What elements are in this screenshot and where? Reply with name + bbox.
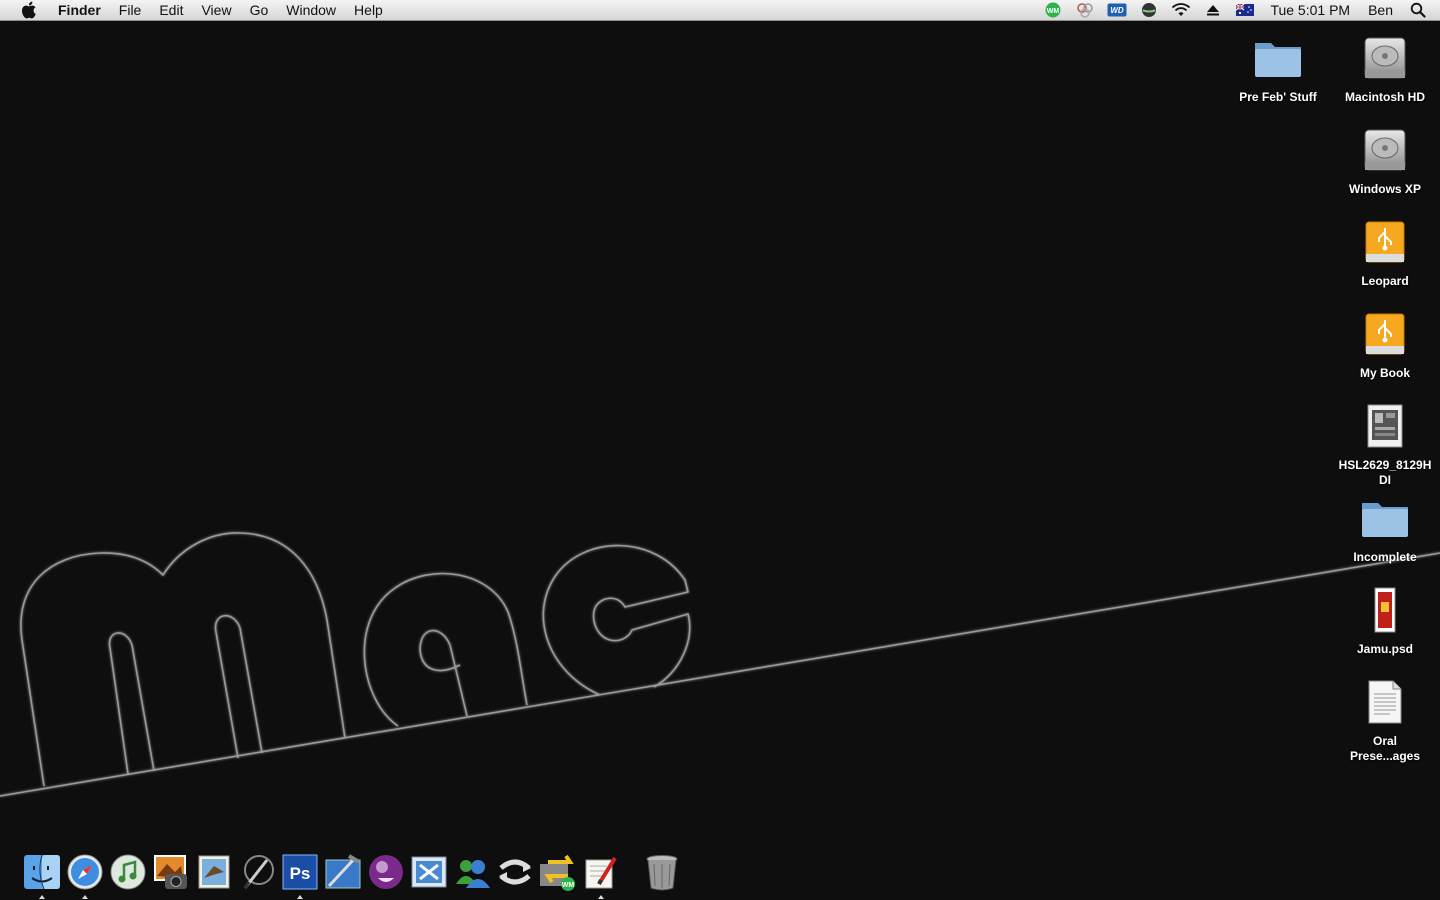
itunes-icon: [110, 854, 145, 890]
svg-text:WD: WD: [1111, 6, 1125, 15]
desktop-icon-leopard[interactable]: Leopard: [1335, 214, 1435, 289]
mac-wallpaper: [0, 532, 1440, 797]
svg-text:Ps: Ps: [289, 864, 310, 883]
safari-icon: [67, 854, 102, 890]
folder-icon: [1250, 30, 1306, 86]
desktop-icon-windows-xp[interactable]: Windows XP: [1335, 122, 1435, 197]
dock-textedit[interactable]: [579, 852, 622, 900]
usb-drive-icon: [1357, 214, 1413, 270]
dock-wm-transfer[interactable]: WM: [536, 852, 579, 900]
xcode-icon: [325, 854, 360, 889]
desktop-icon-incomplete[interactable]: Incomplete: [1335, 490, 1435, 565]
menu-bar: Finder File Edit View Go Window Help WM …: [0, 0, 1440, 21]
desktop-icon-macintosh-hd[interactable]: Macintosh HD: [1335, 30, 1435, 105]
document-image-icon: [1357, 398, 1413, 454]
dock-xcode[interactable]: [321, 852, 364, 900]
desktop-icon-label: HSL2629_8129HDI: [1338, 458, 1432, 487]
hard-drive-icon: [1357, 30, 1413, 86]
australia-flag-icon[interactable]: [1235, 2, 1255, 18]
purple-app-icon: [368, 855, 403, 889]
desktop-icon-jamu-psd[interactable]: Jamu.psd: [1335, 582, 1435, 657]
dock-safari[interactable]: [63, 852, 106, 900]
dock-pen-app[interactable]: [235, 852, 278, 900]
menu-edit[interactable]: Edit: [150, 0, 192, 21]
menu-window[interactable]: Window: [277, 0, 345, 21]
running-indicator: [38, 895, 45, 899]
spotlight-icon[interactable]: [1408, 1, 1428, 19]
menu-user[interactable]: Ben: [1359, 2, 1402, 18]
desktop-icon-label: Oral Prese...ages: [1349, 734, 1421, 763]
wm-icon[interactable]: WM: [1043, 2, 1063, 18]
desktop-icon-label: Macintosh HD: [1344, 90, 1425, 104]
apple-menu-icon[interactable]: [17, 1, 39, 19]
running-indicator: [296, 895, 303, 899]
mail-icon: [198, 855, 229, 889]
text-document-icon: [1357, 674, 1413, 730]
menu-file[interactable]: File: [110, 0, 151, 21]
desktop-icon-oral-presentation[interactable]: Oral Prese...ages: [1335, 674, 1435, 764]
wifi-icon[interactable]: [1171, 2, 1191, 18]
dock-purple-app[interactable]: [364, 852, 407, 900]
dock-itunes[interactable]: [106, 852, 149, 900]
menu-go[interactable]: Go: [241, 0, 278, 21]
desktop-icon-my-book[interactable]: My Book: [1335, 306, 1435, 381]
dock-mail[interactable]: [192, 852, 235, 900]
running-indicator: [81, 895, 88, 899]
menu-view[interactable]: View: [192, 0, 240, 21]
desktop-icon-label: Pre Feb' Stuff: [1239, 90, 1317, 104]
svg-text:WM: WM: [561, 882, 574, 889]
dock: Ps WM: [20, 845, 683, 900]
dock-iphoto[interactable]: [149, 852, 192, 900]
dock-sync[interactable]: [493, 852, 536, 900]
desktop-icon-label: Leopard: [1361, 274, 1409, 288]
globe-icon[interactable]: [1139, 2, 1159, 18]
sync-icon: [498, 859, 531, 885]
hard-drive-icon: [1357, 122, 1413, 178]
wm-transfer-icon: WM: [539, 854, 575, 891]
desktop-icon-hsl2629[interactable]: HSL2629_8129HDI: [1335, 398, 1435, 488]
pen-app-icon: [243, 855, 274, 889]
photoshop-icon: Ps: [282, 854, 317, 890]
dock-finder[interactable]: [20, 852, 63, 900]
eject-icon[interactable]: [1203, 2, 1223, 18]
desktop-icon-pre-feb-stuff[interactable]: Pre Feb' Stuff: [1228, 30, 1328, 105]
finder-icon: [23, 854, 60, 890]
desktop-icon-label: Windows XP: [1349, 182, 1421, 196]
desktop-icon-label: Incomplete: [1353, 550, 1417, 564]
dock-trash[interactable]: [640, 852, 683, 900]
running-indicator: [597, 895, 604, 899]
psd-file-icon: [1357, 582, 1413, 638]
usb-drive-icon: [1357, 306, 1413, 362]
trash-icon: [646, 855, 677, 891]
textedit-icon: [585, 856, 617, 889]
iphoto-icon: [153, 855, 187, 889]
folder-icon: [1357, 490, 1413, 546]
wd-icon[interactable]: WD: [1107, 2, 1127, 18]
menu-clock[interactable]: Tue 5:01 PM: [1261, 2, 1359, 18]
interface-builder-icon: [411, 856, 446, 888]
menu-app-name[interactable]: Finder: [49, 0, 110, 21]
messenger-icon: [455, 860, 490, 888]
dock-interface-builder[interactable]: [407, 852, 450, 900]
linked-circles-icon[interactable]: [1075, 2, 1095, 18]
dock-photoshop[interactable]: Ps: [278, 852, 321, 900]
dock-messenger[interactable]: [450, 852, 493, 900]
desktop-icon-label: My Book: [1359, 366, 1410, 380]
svg-text:WM: WM: [1047, 8, 1060, 15]
menu-help[interactable]: Help: [345, 0, 392, 21]
desktop-icon-label: Jamu.psd: [1356, 642, 1413, 656]
